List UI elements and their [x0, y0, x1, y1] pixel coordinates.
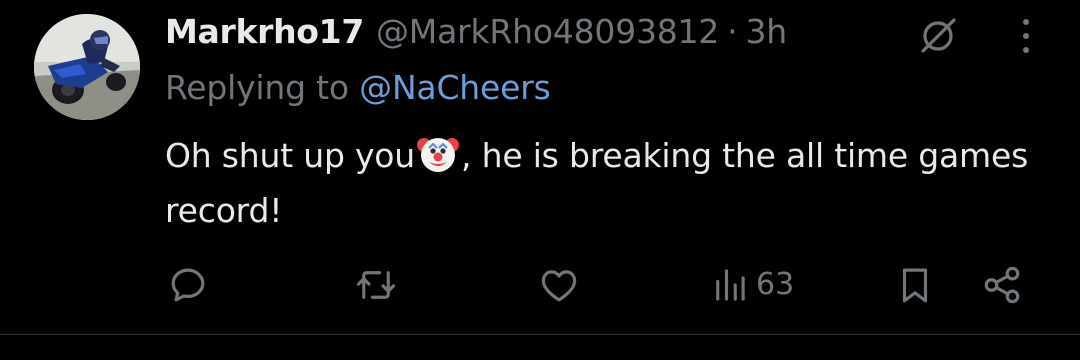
retweet-button[interactable] — [355, 260, 397, 310]
grok-icon[interactable] — [914, 14, 962, 58]
retweet-icon — [356, 271, 396, 299]
like-icon — [541, 270, 577, 302]
replying-to-label: Replying to — [165, 68, 360, 107]
reply-button[interactable] — [167, 260, 209, 310]
like-button[interactable] — [538, 260, 580, 310]
motorcycle-rider-avatar — [34, 14, 140, 120]
tweet-text: Oh shut up you , he is breaking the all … — [165, 128, 1045, 238]
tweet-header: Markrho17 @MarkRho48093812 · 3h — [165, 10, 787, 54]
more-options-icon[interactable] — [1014, 14, 1038, 58]
tweet-text-part-1: Oh shut up you — [165, 136, 416, 175]
share-button[interactable] — [980, 260, 1024, 310]
user-handle[interactable]: @MarkRho48093812 — [376, 10, 719, 54]
bookmark-button[interactable] — [895, 260, 935, 310]
replying-to-line: Replying to @NaCheers — [165, 66, 551, 110]
action-bar: 63 — [0, 260, 1080, 310]
divider — [0, 334, 1080, 335]
display-name[interactable]: Markrho17 — [165, 10, 364, 54]
reply-mention-link[interactable]: @NaCheers — [359, 68, 551, 107]
avatar[interactable] — [34, 14, 140, 120]
clown-face-emoji — [416, 131, 460, 175]
separator-dot: · — [727, 12, 738, 51]
views-icon — [716, 269, 745, 301]
timestamp[interactable]: 3h — [745, 10, 787, 54]
views-count: 63 — [756, 267, 795, 302]
reply-icon — [171, 268, 205, 302]
share-icon — [984, 266, 1020, 304]
tweet[interactable]: Markrho17 @MarkRho48093812 · 3h Replying… — [0, 0, 1080, 334]
bookmark-icon — [902, 268, 928, 303]
views-button[interactable]: 63 — [712, 260, 794, 310]
